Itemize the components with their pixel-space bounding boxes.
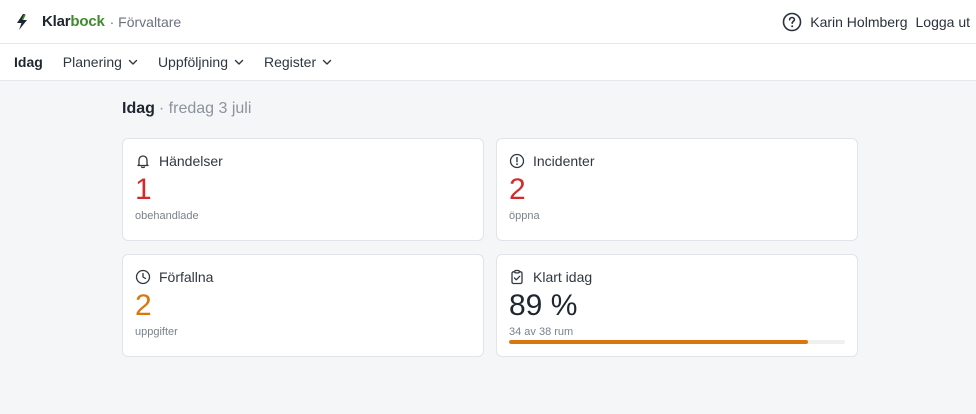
user-name[interactable]: Karin Holmberg	[810, 14, 907, 30]
card-value: 2	[509, 173, 526, 206]
stats-grid: Händelser 1 obehandlade Incidenter 2 öpp…	[122, 138, 858, 357]
card-incidenter[interactable]: Incidenter 2 öppna	[496, 138, 858, 241]
help-icon[interactable]	[782, 12, 802, 32]
card-subtext: obehandlade	[135, 210, 199, 222]
page-title: Idag · fredag 3 juli	[122, 100, 858, 120]
nav-item-label: Idag	[14, 54, 43, 70]
card-forfallna[interactable]: Förfallna 2 uppgifter	[122, 254, 484, 357]
nav-item-label: Uppföljning	[157, 54, 228, 70]
page-date: · fredag 3 juli	[158, 100, 252, 117]
page-title-text: Idag	[122, 100, 155, 117]
card-value: 2	[135, 289, 152, 322]
brand-name-part2: bock	[70, 13, 105, 30]
card-klart-idag[interactable]: Klart idag 89 % 34 av 38 rum	[496, 254, 858, 357]
main-nav: Idag Planering Uppföljning Register	[0, 44, 976, 81]
nav-item-label: Register	[264, 54, 317, 70]
clock-icon	[135, 269, 151, 285]
brand-name-part1: Klar	[42, 13, 71, 30]
chevron-down-icon	[128, 57, 138, 67]
top-bar: Klarbock · Förvaltare Karin Holmberg Log…	[0, 0, 976, 44]
nav-item-uppfoljning[interactable]: Uppföljning	[158, 54, 244, 70]
logo[interactable]: Klarbock · Förvaltare	[14, 13, 181, 31]
card-label: Incidenter	[533, 153, 595, 169]
main-content: Idag · fredag 3 juli Händelser 1 obehand…	[122, 81, 858, 357]
lightning-bolt-icon	[14, 13, 30, 31]
role-label: · Förvaltare	[109, 13, 182, 30]
clipboard-check-icon	[509, 269, 525, 285]
chevron-down-icon	[322, 57, 332, 67]
card-label: Klart idag	[533, 269, 593, 285]
card-label: Förfallna	[159, 269, 214, 285]
chevron-down-icon	[234, 57, 244, 67]
alert-circle-icon	[509, 153, 525, 169]
nav-item-register[interactable]: Register	[264, 54, 332, 70]
logout-link[interactable]: Logga ut	[916, 14, 971, 30]
progress-fill	[509, 340, 809, 344]
card-handelser[interactable]: Händelser 1 obehandlade	[122, 138, 484, 241]
card-value: 89 %	[509, 289, 578, 322]
card-value: 1	[135, 173, 152, 206]
brand-name: Klarbock	[42, 13, 105, 30]
nav-item-label: Planering	[62, 54, 122, 70]
nav-item-idag[interactable]: Idag	[14, 54, 43, 70]
bell-icon	[135, 153, 151, 169]
card-label: Händelser	[159, 153, 223, 169]
card-subtext: öppna	[509, 210, 540, 222]
nav-item-planering[interactable]: Planering	[63, 54, 138, 70]
card-subtext: 34 av 38 rum	[509, 326, 574, 338]
progress-bar	[509, 340, 845, 344]
card-subtext: uppgifter	[135, 326, 178, 338]
